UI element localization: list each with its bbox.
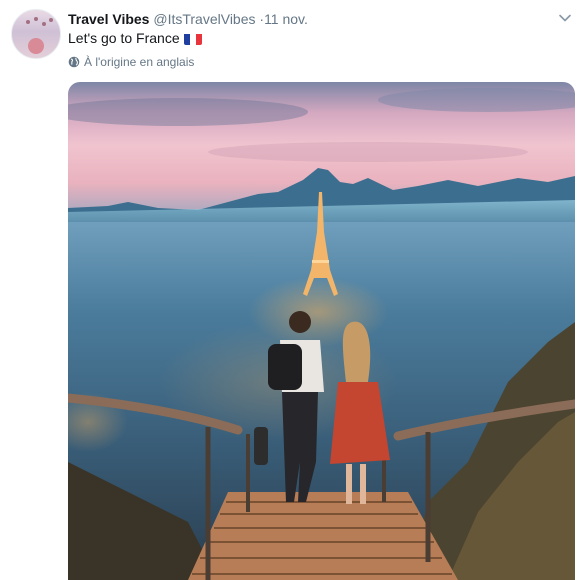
profile-avatar[interactable]	[11, 9, 61, 59]
tweet[interactable]: Travel Vibes @ItsTravelVibes ·11 nov. Le…	[0, 0, 583, 580]
globe-icon	[68, 56, 80, 68]
translate-link[interactable]: À l'origine en anglais	[68, 53, 194, 71]
translate-label: À l'origine en anglais	[84, 55, 195, 69]
tweet-photo[interactable]	[68, 82, 575, 580]
tweet-text: Let's go to France	[68, 28, 202, 48]
tweet-header: Travel Vibes @ItsTravelVibes ·11 nov.	[68, 9, 573, 29]
tweet-text-content: Let's go to France	[68, 30, 180, 46]
user-handle[interactable]: @ItsTravelVibes	[153, 11, 255, 27]
chevron-down-icon[interactable]	[556, 9, 574, 27]
france-flag-emoji	[183, 32, 202, 45]
display-name[interactable]: Travel Vibes	[68, 11, 149, 27]
tweet-date[interactable]: 11 nov.	[264, 11, 308, 27]
